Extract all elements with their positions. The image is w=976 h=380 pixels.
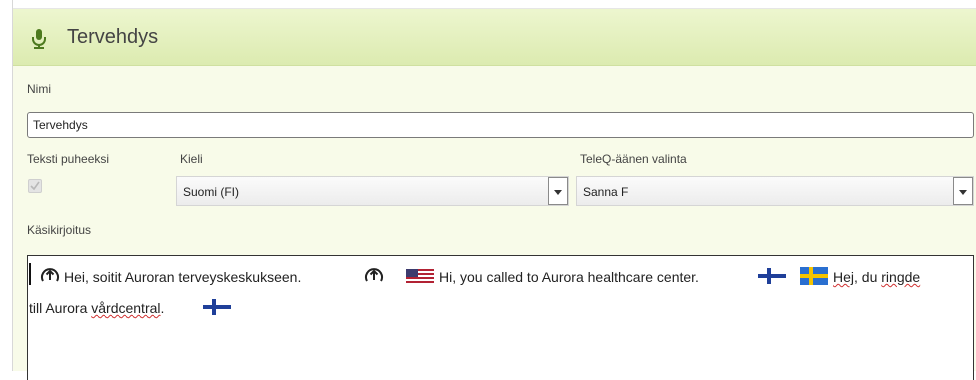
script-text-en: Hi, you called to Aurora healthcare cent… xyxy=(439,269,699,285)
name-label: Nimi xyxy=(27,82,51,96)
panel-header: Tervehdys xyxy=(13,9,976,66)
tts-label: Teksti puheeksi xyxy=(27,152,110,166)
top-border xyxy=(0,0,976,9)
script-word-hej: Hej xyxy=(833,269,855,285)
voice-label: TeleQ-äänen valinta xyxy=(580,152,687,166)
voice-select[interactable]: Sanna F xyxy=(576,176,974,206)
chevron-down-icon[interactable] xyxy=(548,177,568,205)
greeting-panel: Tervehdys Nimi Tervehdys Teksti puheeksi… xyxy=(13,9,976,380)
script-word-till-aurora: till Aurora xyxy=(29,300,92,316)
chevron-down-icon[interactable] xyxy=(953,177,973,205)
pause-marker-icon xyxy=(41,268,59,282)
script-word-ringde: ringde xyxy=(881,269,921,285)
language-label: Kieli xyxy=(180,152,203,166)
text-cursor xyxy=(29,263,31,285)
script-editor[interactable]: Hei, soitit Auroran terveyskeskukseen. H… xyxy=(27,255,974,380)
us-flag-icon xyxy=(406,269,434,283)
script-text-fi: Hei, soitit Auroran terveyskeskukseen. xyxy=(64,269,302,285)
checkmark-icon xyxy=(30,181,40,191)
microphone-icon xyxy=(32,29,46,49)
script-text-sv-line1: Hej, du ringde xyxy=(833,269,920,285)
script-text-sv-line2: till Aurora vårdcentral. xyxy=(29,300,164,316)
script-label: Käsikirjoitus xyxy=(27,223,92,237)
name-input[interactable]: Tervehdys xyxy=(27,112,974,138)
script-word-du: , du xyxy=(854,269,882,285)
sweden-flag-icon xyxy=(800,267,828,285)
left-sidebar-edge xyxy=(0,0,13,371)
language-value: Suomi (FI) xyxy=(183,185,240,199)
finland-flag-icon xyxy=(203,299,231,315)
finland-flag-icon xyxy=(758,268,786,284)
tts-checkbox[interactable] xyxy=(28,179,42,193)
page-title: Tervehdys xyxy=(67,26,159,48)
voice-value: Sanna F xyxy=(583,185,629,199)
script-word-vardcentral: vårdcentral xyxy=(91,300,161,316)
pause-marker-icon xyxy=(365,268,383,282)
script-period: . xyxy=(160,300,165,316)
language-select[interactable]: Suomi (FI) xyxy=(176,176,569,206)
